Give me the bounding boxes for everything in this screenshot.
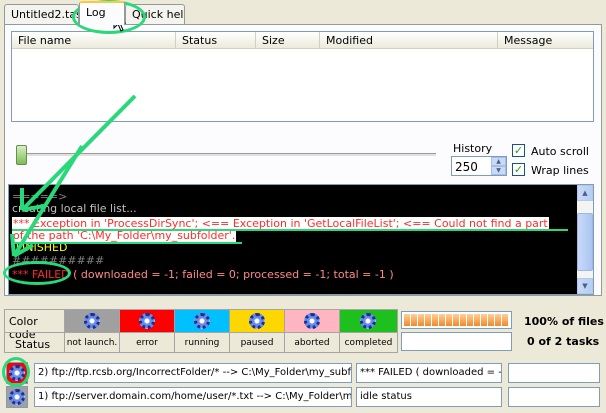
annotation-arrow-icon — [10, 10, 137, 258]
tab-log[interactable]: Log — [79, 1, 125, 25]
tab-label: Log — [86, 6, 106, 19]
